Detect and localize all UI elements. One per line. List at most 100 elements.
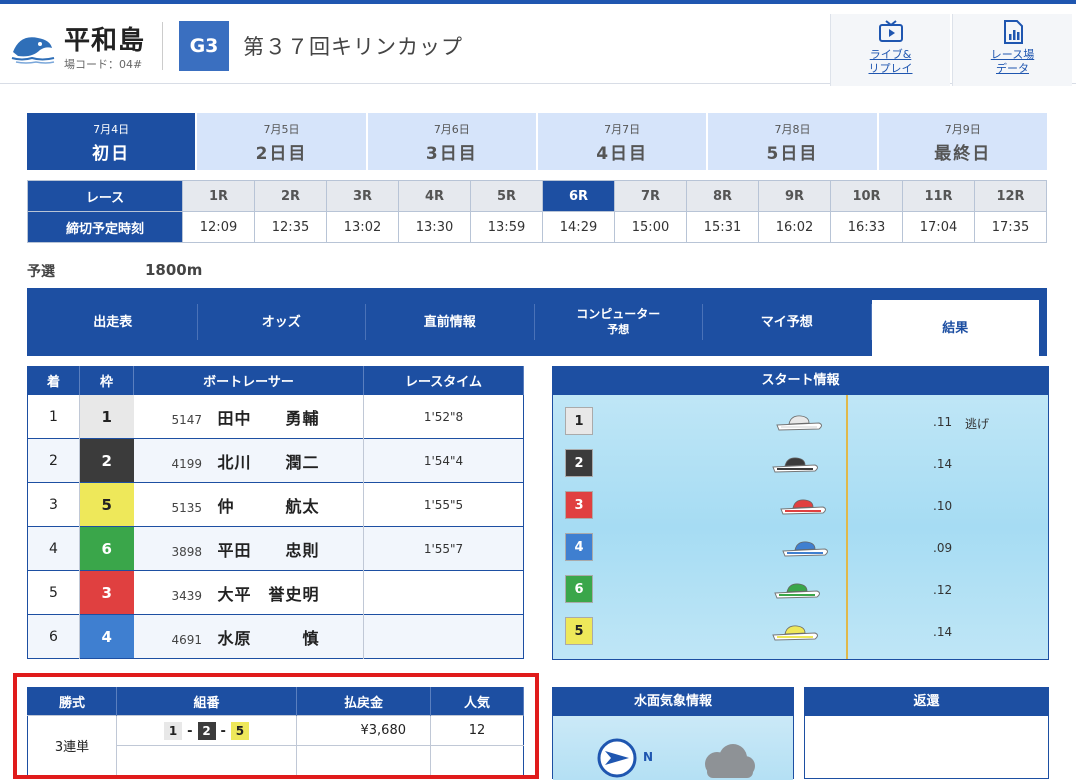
start-timing: .09 bbox=[933, 541, 953, 555]
deadline-row-label: 締切予定時刻 bbox=[27, 211, 183, 243]
rank-cell: 4 bbox=[27, 526, 80, 571]
day-tab-3[interactable]: 7月6日 3日目 bbox=[367, 113, 536, 170]
racer-reg-number: 4199 bbox=[171, 456, 203, 471]
racer-name: 水原 慎 bbox=[217, 628, 320, 648]
start-lane-badge: 6 bbox=[565, 575, 593, 603]
day-date: 7月8日 bbox=[774, 123, 811, 136]
refund-panel: 返還 bbox=[804, 687, 1049, 779]
deadline-time: 15:31 bbox=[686, 211, 759, 243]
day-label: 4日目 bbox=[596, 144, 649, 164]
start-lane-badge: 5 bbox=[565, 617, 593, 645]
data-label-1: レース場 bbox=[990, 48, 1035, 61]
tab-pre-race-info[interactable]: 直前情報 bbox=[366, 304, 535, 340]
racer-reg-number: 5147 bbox=[171, 412, 203, 427]
col-frame: 枠 bbox=[79, 366, 134, 395]
start-timing: .14 bbox=[933, 625, 953, 639]
day-tab-6[interactable]: 7月9日 最終日 bbox=[878, 113, 1047, 170]
frame-cell: 4 bbox=[79, 614, 134, 659]
start-water-area: 1.11 逃げ 2.14 3.10 4.09 6.12 5.14 bbox=[553, 395, 1048, 659]
race-time-cell: 1'55"5 bbox=[363, 482, 524, 527]
table-row: 6 4 4691 水原 慎 bbox=[27, 614, 524, 659]
day-date: 7月4日 bbox=[93, 123, 130, 136]
venue-data-button[interactable]: レース場 データ bbox=[952, 14, 1072, 86]
col-racer: ボートレーサー bbox=[133, 366, 364, 395]
weather-panel: 水面気象情報 N bbox=[552, 687, 794, 780]
day-tab-5[interactable]: 7月8日 5日目 bbox=[708, 113, 877, 170]
racer-cell[interactable]: 3898 平田 忠則 bbox=[133, 526, 364, 571]
start-lane-badge: 4 bbox=[565, 533, 593, 561]
race-tab-4r[interactable]: 4R bbox=[398, 180, 471, 212]
race-tab-2r[interactable]: 2R bbox=[254, 180, 327, 212]
start-lane-badge: 2 bbox=[565, 449, 593, 477]
deadline-time: 14:29 bbox=[542, 211, 615, 243]
tab-results[interactable]: 結果 bbox=[871, 300, 1039, 356]
data-chart-icon bbox=[1003, 20, 1023, 44]
day-date: 7月9日 bbox=[944, 123, 981, 136]
tab-odds[interactable]: オッズ bbox=[198, 304, 366, 340]
start-timing: .11 bbox=[933, 415, 953, 429]
day-tab-4[interactable]: 7月7日 4日目 bbox=[537, 113, 707, 170]
venue-name: 平和島 bbox=[64, 26, 146, 56]
race-distance: 1800m bbox=[145, 261, 203, 279]
rank-cell: 6 bbox=[27, 614, 80, 659]
day-tab-1[interactable]: 7月4日 初日 bbox=[27, 113, 196, 170]
deadline-time: 13:02 bbox=[326, 211, 399, 243]
wind-direction-label: N bbox=[643, 750, 654, 764]
race-time-cell: 1'54"4 bbox=[363, 438, 524, 483]
day-label: 2日目 bbox=[255, 144, 308, 164]
tab-my-prediction[interactable]: マイ予想 bbox=[703, 304, 872, 340]
boat-icon bbox=[774, 583, 820, 599]
race-tab-11r[interactable]: 11R bbox=[902, 180, 975, 212]
live-replay-button[interactable]: ライブ& リプレイ bbox=[830, 14, 950, 86]
deadline-time: 15:00 bbox=[614, 211, 687, 243]
live-label-1: ライブ& bbox=[869, 48, 912, 61]
race-tab-3r[interactable]: 3R bbox=[326, 180, 399, 212]
racer-name: 大平 誉史明 bbox=[217, 584, 320, 604]
racer-cell[interactable]: 5147 田中 勇輔 bbox=[133, 394, 364, 439]
venue-code: 場コード：04# bbox=[64, 58, 143, 71]
boat-icon bbox=[772, 625, 818, 641]
tab-computer-prediction[interactable]: コンピューター 予想 bbox=[535, 304, 703, 340]
deadline-time: 13:30 bbox=[398, 211, 471, 243]
racer-cell[interactable]: 4691 水原 慎 bbox=[133, 614, 364, 659]
race-tab-6r[interactable]: 6R bbox=[542, 180, 615, 212]
tv-play-icon bbox=[878, 20, 903, 42]
page-header: 平和島 場コード：04# G3 第３７回キリンカップ ライブ& リプレイ レース… bbox=[0, 4, 1076, 86]
start-timing: .10 bbox=[933, 499, 953, 513]
racer-cell[interactable]: 3439 大平 誉史明 bbox=[133, 570, 364, 615]
racer-cell[interactable]: 5135 仲 航太 bbox=[133, 482, 364, 527]
start-row: 1 .11 逃げ bbox=[553, 407, 1048, 437]
day-tab-2[interactable]: 7月5日 2日目 bbox=[197, 113, 366, 170]
race-tab-8r[interactable]: 8R bbox=[686, 180, 759, 212]
race-tab-9r[interactable]: 9R bbox=[758, 180, 831, 212]
boat-icon bbox=[772, 457, 818, 473]
race-tab-5r[interactable]: 5R bbox=[470, 180, 543, 212]
weather-title: 水面気象情報 bbox=[553, 688, 793, 716]
start-row: 6.12 bbox=[553, 575, 1048, 605]
racer-name: 北川 潤二 bbox=[217, 452, 320, 472]
tab-entry-list[interactable]: 出走表 bbox=[29, 304, 198, 340]
deadline-time: 12:09 bbox=[182, 211, 255, 243]
start-lane-badge: 3 bbox=[565, 491, 593, 519]
grade-badge: G3 bbox=[179, 21, 229, 71]
day-label: 最終日 bbox=[934, 144, 992, 164]
race-selector-table: レース 1R 2R 3R 4R 5R 6R 7R 8R 9R 10R 11R 1… bbox=[27, 180, 1047, 243]
racer-cell[interactable]: 4199 北川 潤二 bbox=[133, 438, 364, 483]
start-row: 4.09 bbox=[553, 533, 1048, 563]
race-tab-7r[interactable]: 7R bbox=[614, 180, 687, 212]
deadline-time: 13:59 bbox=[470, 211, 543, 243]
race-tab-12r[interactable]: 12R bbox=[974, 180, 1047, 212]
race-tab-1r[interactable]: 1R bbox=[182, 180, 255, 212]
col-race-time: レースタイム bbox=[363, 366, 524, 395]
deadline-time: 17:35 bbox=[974, 211, 1047, 243]
race-time-cell bbox=[363, 570, 524, 615]
content-tabs: 出走表 オッズ 直前情報 コンピューター 予想 マイ予想 結果 bbox=[27, 288, 1047, 356]
deadline-time: 17:04 bbox=[902, 211, 975, 243]
racer-reg-number: 3898 bbox=[171, 544, 203, 559]
day-label: 3日目 bbox=[425, 144, 478, 164]
day-label: 初日 bbox=[92, 144, 131, 164]
table-row: 5 3 3439 大平 誉史明 bbox=[27, 570, 524, 615]
race-tab-10r[interactable]: 10R bbox=[830, 180, 903, 212]
start-row: 2.14 bbox=[553, 449, 1048, 479]
cloudy-icon bbox=[705, 744, 755, 778]
